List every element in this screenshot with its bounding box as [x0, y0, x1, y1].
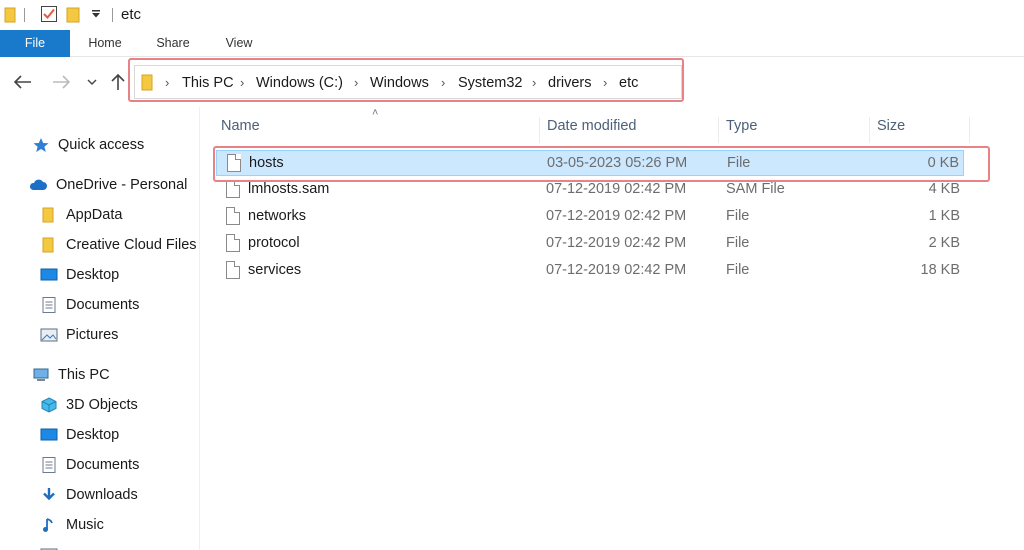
file-size: 4 KB: [928, 181, 960, 197]
folder-icon: [4, 7, 16, 23]
recent-locations-chevron-icon[interactable]: [87, 79, 97, 86]
file-name: services: [248, 262, 302, 278]
sidebar-item-label: Desktop: [66, 267, 120, 283]
hosts-row-annotation: [213, 146, 990, 182]
sidebar-item-appdata[interactable]: AppData: [40, 202, 122, 228]
sidebar-item-documents-pc[interactable]: Documents: [40, 452, 139, 478]
file-name: protocol: [248, 235, 300, 251]
properties-icon[interactable]: [40, 5, 58, 23]
documents-icon: [42, 297, 56, 313]
sidebar-item-quick-access[interactable]: Quick access: [32, 132, 144, 158]
file-name: networks: [248, 208, 307, 224]
forward-arrow-icon[interactable]: [52, 75, 70, 89]
sidebar-item-label: Desktop: [66, 427, 120, 443]
folder-icon: [42, 237, 54, 253]
column-header-size[interactable]: Size: [871, 117, 970, 143]
sidebar-item-desktop[interactable]: Desktop: [40, 262, 119, 288]
file-date: 07-12-2019 02:42 PM: [546, 262, 687, 278]
file-icon: [226, 207, 240, 225]
file-date: 07-12-2019 02:42 PM: [546, 235, 687, 251]
sidebar-item-label: Documents: [66, 297, 140, 313]
tab-file[interactable]: File: [0, 30, 70, 57]
file-icon: [226, 261, 240, 279]
sidebar-item-3d-objects[interactable]: 3D Objects: [40, 392, 138, 418]
new-folder-icon[interactable]: [66, 6, 80, 24]
up-arrow-icon[interactable]: [111, 73, 125, 91]
tab-share[interactable]: Share: [146, 30, 200, 57]
sidebar-item-label: Downloads: [66, 487, 138, 503]
music-icon: [43, 518, 53, 532]
sidebar-item-label: OneDrive - Personal: [56, 177, 188, 193]
sidebar-item-onedrive[interactable]: OneDrive - Personal: [28, 172, 187, 198]
sidebar-item-pictures[interactable]: Pictures: [40, 322, 118, 348]
file-icon: [226, 180, 240, 198]
customize-quick-access-icon[interactable]: [91, 9, 101, 19]
sidebar-item-documents[interactable]: Documents: [40, 292, 139, 318]
star-icon: [33, 138, 49, 152]
sidebar-item-label: Pictures: [66, 327, 119, 343]
sidebar-item-downloads[interactable]: Downloads: [40, 482, 138, 508]
column-header-name[interactable]: Name: [215, 117, 540, 143]
file-name: lmhosts.sam: [248, 181, 330, 197]
column-header-type[interactable]: Type: [720, 117, 870, 143]
sidebar-item-desktop-pc[interactable]: Desktop: [40, 422, 119, 448]
file-list: ˄ Name Date modified Type Size hosts 03-…: [200, 107, 1024, 550]
tab-view[interactable]: View: [212, 30, 266, 57]
sidebar-item-label: This PC: [58, 367, 110, 383]
table-row[interactable]: networks 07-12-2019 02:42 PM File 1 KB: [216, 204, 964, 230]
table-row[interactable]: protocol 07-12-2019 02:42 PM File 2 KB: [216, 231, 964, 257]
sidebar-item-label: Creative Cloud Files: [66, 237, 197, 253]
sidebar-item-label: Quick access: [58, 137, 145, 153]
file-type: File: [726, 208, 750, 224]
navigation-pane: Quick access OneDrive - Personal AppData…: [0, 107, 200, 550]
file-size: 18 KB: [920, 262, 961, 278]
sidebar-item-label: 3D Objects: [66, 397, 138, 413]
file-type: File: [726, 262, 750, 278]
sidebar-item-music[interactable]: Music: [40, 512, 104, 538]
sidebar-item-label: Music: [66, 517, 104, 533]
sidebar-item-creative-cloud-files[interactable]: Creative Cloud Files: [40, 232, 197, 258]
title-separator: [24, 8, 25, 22]
pictures-icon: [40, 328, 58, 342]
cloud-icon: [29, 179, 47, 190]
computer-icon: [33, 368, 49, 381]
sidebar-item-partial[interactable]: [40, 542, 66, 550]
desktop-icon: [40, 428, 58, 441]
back-arrow-icon[interactable]: [14, 75, 32, 89]
navigation-bar: › This PC › Windows (C:) › Windows › Sys…: [0, 57, 1024, 107]
file-date: 07-12-2019 02:42 PM: [546, 181, 687, 197]
window-title: etc: [121, 6, 142, 23]
download-icon: [43, 488, 55, 501]
tab-home[interactable]: Home: [78, 30, 132, 57]
address-bar-annotation: [128, 58, 684, 102]
sidebar-item-label: AppData: [66, 207, 123, 223]
file-icon: [226, 234, 240, 252]
file-size: 1 KB: [928, 208, 960, 224]
file-type: SAM File: [726, 181, 785, 197]
ribbon-tabs: File Home Share View: [0, 30, 1024, 57]
documents-icon: [42, 457, 56, 473]
file-size: 2 KB: [928, 235, 960, 251]
sidebar-item-label: Documents: [66, 457, 140, 473]
folder-icon: [42, 207, 54, 223]
file-type: File: [726, 235, 750, 251]
desktop-icon: [40, 268, 58, 281]
title-bar: etc: [0, 0, 1024, 30]
cube-icon: [41, 397, 57, 413]
sidebar-item-this-pc[interactable]: This PC: [32, 362, 110, 388]
table-row[interactable]: services 07-12-2019 02:42 PM File 18 KB: [216, 258, 964, 284]
column-header-date-modified[interactable]: Date modified: [541, 117, 719, 143]
title-separator-2: [112, 8, 113, 22]
file-date: 07-12-2019 02:42 PM: [546, 208, 687, 224]
